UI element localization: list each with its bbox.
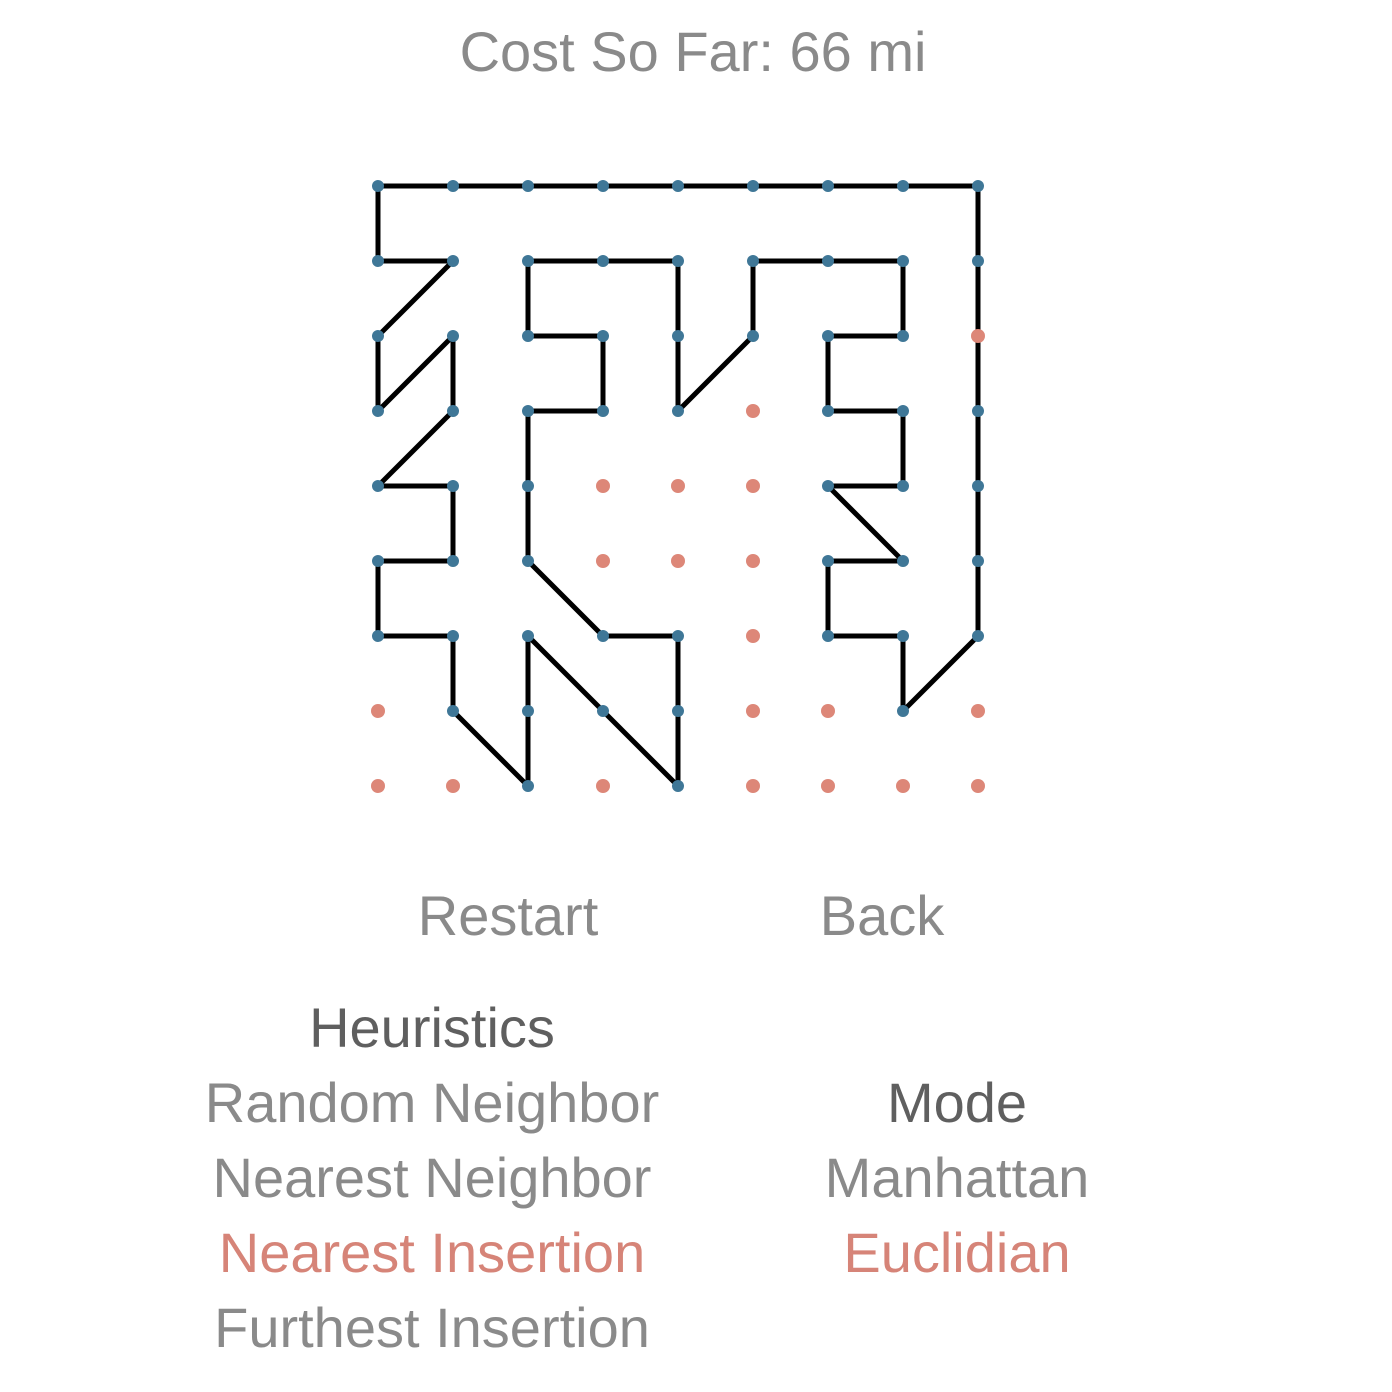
city-dot-visited[interactable] [822,330,834,342]
city-dot-visited[interactable] [972,180,984,192]
city-dot-visited[interactable] [822,405,834,417]
mode-heading: Mode [886,1071,1028,1134]
city-dot-unvisited[interactable] [746,629,760,643]
city-dot-visited[interactable] [372,180,384,192]
city-dot-visited[interactable] [597,405,609,417]
city-dot-visited[interactable] [897,405,909,417]
city-dot-visited[interactable] [597,330,609,342]
city-dot-unvisited[interactable] [746,404,760,418]
city-dot-unvisited[interactable] [971,779,985,793]
city-dot-unvisited[interactable] [596,554,610,568]
city-dot-visited[interactable] [522,180,534,192]
city-dot-visited[interactable] [897,555,909,567]
city-dot-unvisited[interactable] [596,779,610,793]
city-dot-unvisited[interactable] [971,704,985,718]
city-dot-unvisited[interactable] [971,329,985,343]
city-dot-visited[interactable] [747,180,759,192]
city-dot-visited[interactable] [897,480,909,492]
city-dot-unvisited[interactable] [821,779,835,793]
city-dot-visited[interactable] [822,480,834,492]
mode-option-manhattan[interactable]: Manhattan [825,1150,1090,1206]
city-dot-visited[interactable] [822,255,834,267]
city-dot-visited[interactable] [522,705,534,717]
city-dot-visited[interactable] [822,630,834,642]
city-dot-visited[interactable] [447,405,459,417]
city-dot-visited[interactable] [522,630,534,642]
city-dot-visited[interactable] [822,180,834,192]
city-dot-unvisited[interactable] [896,779,910,793]
heuristic-option-nearest-neighbor[interactable]: Nearest Neighbor [213,1150,652,1206]
city-dot-visited[interactable] [522,480,534,492]
city-dot-visited[interactable] [522,555,534,567]
city-dot-visited[interactable] [747,330,759,342]
city-dot-unvisited[interactable] [746,704,760,718]
city-dot-visited[interactable] [447,330,459,342]
city-dot-visited[interactable] [897,330,909,342]
city-dot-visited[interactable] [747,255,759,267]
back-button[interactable]: Back [820,888,945,944]
city-dot-visited[interactable] [522,780,534,792]
city-dot-unvisited[interactable] [746,479,760,493]
city-dot-visited[interactable] [447,630,459,642]
city-dot-unvisited[interactable] [671,479,685,493]
city-dot-visited[interactable] [522,405,534,417]
city-dot-visited[interactable] [372,255,384,267]
city-dot-visited[interactable] [597,255,609,267]
city-dot-visited[interactable] [897,705,909,717]
city-dot-visited[interactable] [972,405,984,417]
heuristic-option-furthest-insertion[interactable]: Furthest Insertion [214,1300,650,1356]
tsp-board[interactable] [0,0,1392,880]
city-dot-unvisited[interactable] [821,704,835,718]
city-dot-visited[interactable] [897,255,909,267]
city-dot-visited[interactable] [672,630,684,642]
city-dot-unvisited[interactable] [746,779,760,793]
city-dot-unvisited[interactable] [671,554,685,568]
heuristic-option-nearest-insertion[interactable]: Nearest Insertion [219,1225,645,1281]
city-dot-visited[interactable] [597,180,609,192]
city-dot-unvisited[interactable] [371,704,385,718]
city-dot-visited[interactable] [597,630,609,642]
city-dot-visited[interactable] [672,255,684,267]
mode-option-euclidian[interactable]: Euclidian [843,1225,1070,1281]
city-dot-unvisited[interactable] [446,779,460,793]
city-dot-visited[interactable] [522,255,534,267]
city-dot-unvisited[interactable] [371,779,385,793]
city-dot-visited[interactable] [672,405,684,417]
heuristic-option-random-neighbor[interactable]: Random Neighbor [205,1075,659,1131]
city-dot-visited[interactable] [672,705,684,717]
city-dot-visited[interactable] [972,480,984,492]
city-dot-visited[interactable] [447,180,459,192]
city-dot-visited[interactable] [672,180,684,192]
city-dot-visited[interactable] [972,555,984,567]
city-dot-unvisited[interactable] [596,479,610,493]
restart-button[interactable]: Restart [418,888,599,944]
city-dot-visited[interactable] [372,405,384,417]
city-dot-unvisited[interactable] [746,554,760,568]
city-dot-visited[interactable] [672,780,684,792]
city-dot-visited[interactable] [372,630,384,642]
city-dot-visited[interactable] [447,705,459,717]
city-dot-visited[interactable] [972,255,984,267]
city-dot-visited[interactable] [897,630,909,642]
heuristics-heading: Heuristics [309,996,555,1059]
city-dot-visited[interactable] [447,255,459,267]
city-dot-visited[interactable] [972,630,984,642]
city-dot-visited[interactable] [372,330,384,342]
city-dot-visited[interactable] [447,555,459,567]
city-dot-visited[interactable] [822,555,834,567]
city-dot-visited[interactable] [672,330,684,342]
city-dot-visited[interactable] [372,555,384,567]
city-dot-visited[interactable] [372,480,384,492]
city-dot-visited[interactable] [522,330,534,342]
city-dot-visited[interactable] [897,180,909,192]
city-dot-visited[interactable] [447,480,459,492]
city-dot-visited[interactable] [597,705,609,717]
